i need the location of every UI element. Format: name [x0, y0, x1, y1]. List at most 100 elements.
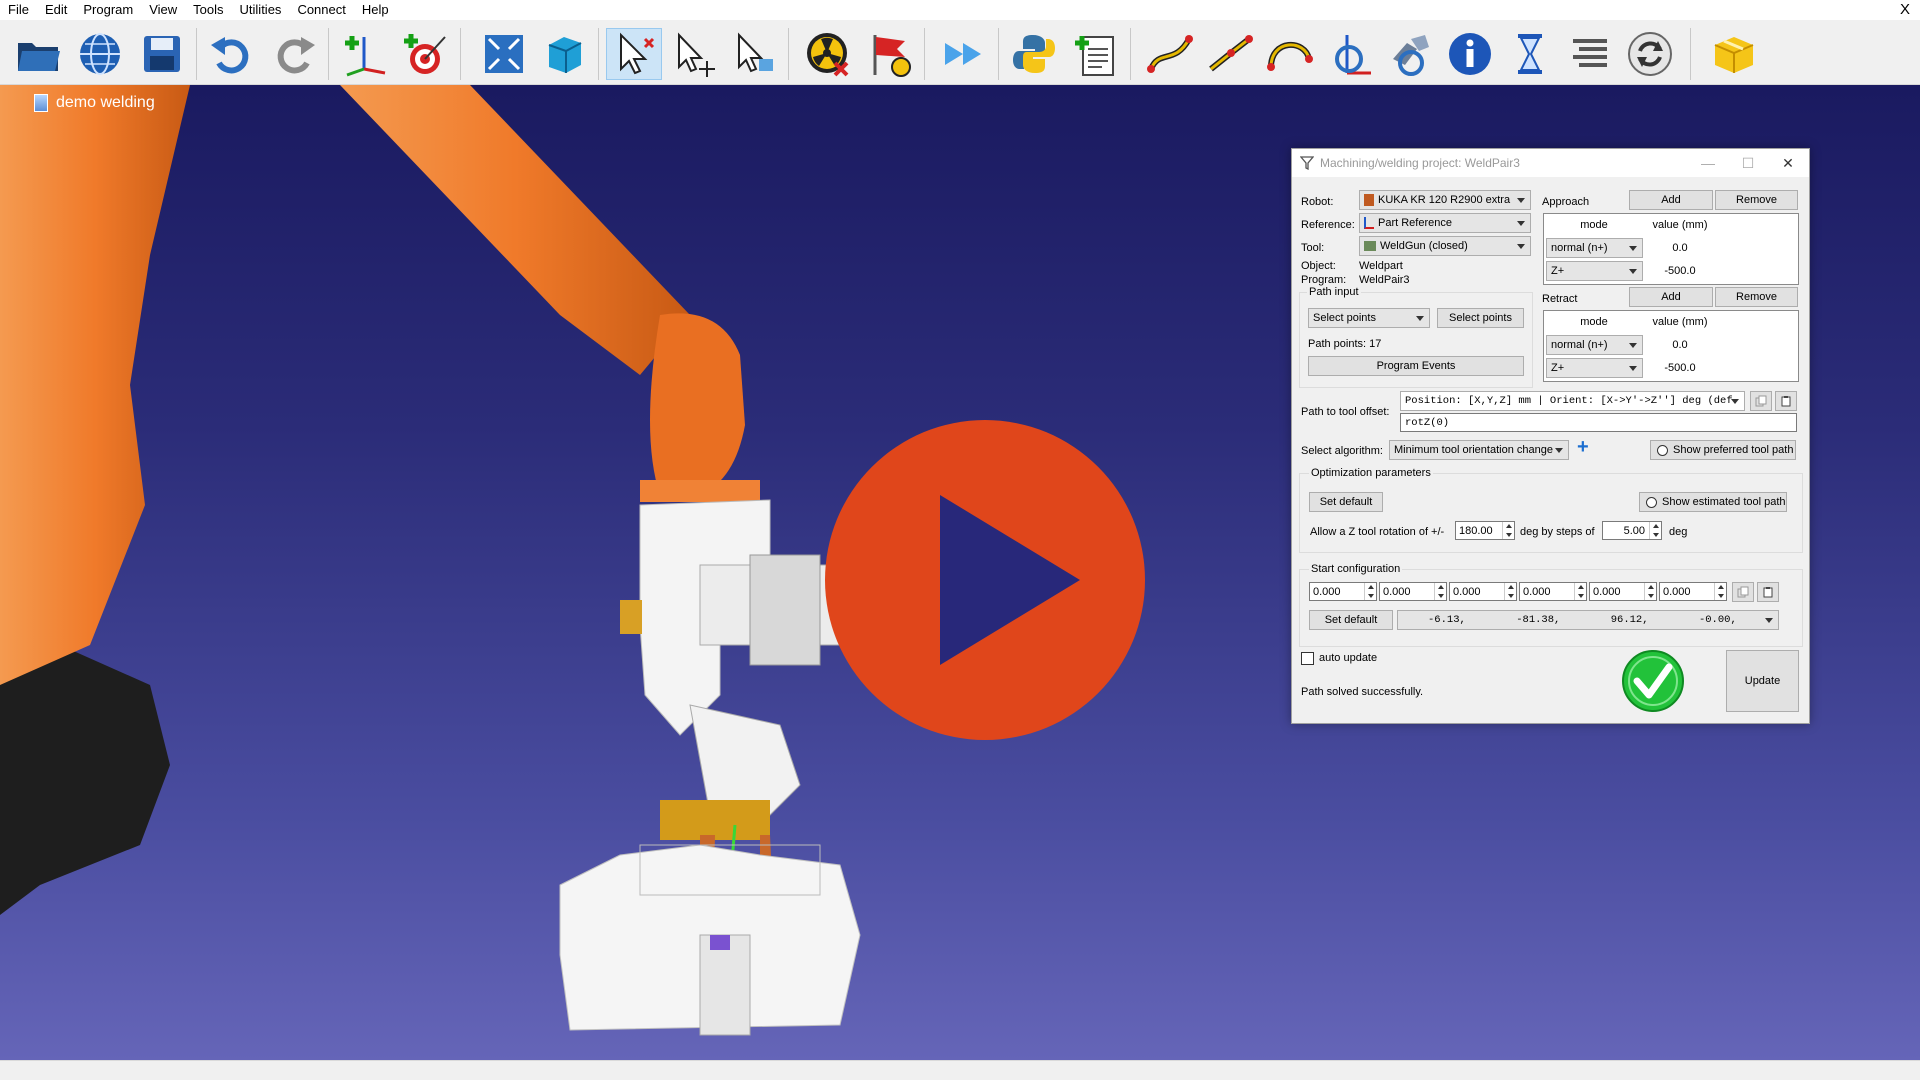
paste-icon[interactable] [1775, 391, 1797, 411]
auto-update-checkbox[interactable] [1301, 652, 1314, 665]
collision-icon[interactable] [800, 28, 856, 80]
robot-body [0, 85, 190, 685]
info-icon[interactable] [1442, 28, 1498, 80]
approach-row2-mode[interactable]: Z+ [1546, 261, 1643, 281]
add-reference-frame-icon[interactable] [336, 28, 392, 80]
robot-label: Robot: [1301, 196, 1334, 208]
retract-row2-mode[interactable]: Z+ [1546, 358, 1643, 378]
joint-5-spinbox[interactable]: 0.000 [1589, 582, 1657, 601]
path-input-combo[interactable]: Select points [1308, 308, 1430, 328]
approach-remove-button[interactable]: Remove [1715, 190, 1798, 210]
robot-base [0, 645, 170, 915]
tool-offset-format-combo[interactable]: Position: [X,Y,Z] mm | Orient: [X->Y'->Z… [1400, 391, 1745, 411]
weld-path-icon[interactable] [1262, 28, 1318, 80]
retract-row1-mode[interactable]: normal (n+) [1546, 335, 1643, 355]
minimize-icon[interactable]: — [1688, 149, 1728, 177]
approach-label: Approach [1542, 196, 1590, 208]
joint-4-spinbox[interactable]: 0.000 [1519, 582, 1587, 601]
approach-row1-value[interactable]: 0.0 [1644, 242, 1716, 254]
retract-table: mode value (mm) normal (n+) 0.0 Z+ -500.… [1543, 310, 1799, 382]
tool-offset-input[interactable]: rotZ(0) [1400, 413, 1797, 432]
select-points-button[interactable]: Select points [1437, 308, 1524, 328]
point-path-icon[interactable] [1202, 28, 1258, 80]
tool-combo[interactable]: WeldGun (closed) [1359, 236, 1531, 256]
web-globe-icon[interactable] [72, 28, 128, 80]
3d-view-icon[interactable] [536, 28, 592, 80]
menu-utilities[interactable]: Utilities [232, 0, 290, 20]
update-button[interactable]: Update [1726, 650, 1799, 712]
approach-row2-value[interactable]: -500.0 [1644, 265, 1716, 277]
copy-icon[interactable] [1750, 391, 1772, 411]
python-icon[interactable] [1006, 28, 1062, 80]
program-events-button[interactable]: Program Events [1308, 356, 1524, 376]
retract-col-mode: mode [1580, 316, 1608, 328]
app-close-button[interactable]: X [1900, 0, 1910, 20]
algorithm-combo[interactable]: Minimum tool orientation change [1389, 440, 1569, 460]
menu-connect[interactable]: Connect [289, 0, 353, 20]
open-folder-icon[interactable] [10, 28, 66, 80]
package-icon[interactable] [1706, 28, 1762, 80]
refresh-icon[interactable] [1622, 28, 1678, 80]
machining-project-dialog: Machining/welding project: WeldPair3 — ☐… [1291, 148, 1810, 724]
joint-2-spinbox[interactable]: 0.000 [1379, 582, 1447, 601]
algorithm-combo-value: Minimum tool orientation change [1394, 444, 1553, 456]
copy-config-icon[interactable] [1732, 582, 1754, 602]
weld-gun-transformer [749, 554, 821, 666]
approach-row1-mode[interactable]: normal (n+) [1546, 238, 1643, 258]
retract-row1-value[interactable]: 0.0 [1644, 339, 1716, 351]
reference-frame-icon [1364, 217, 1374, 229]
paste-config-icon[interactable] [1757, 582, 1779, 602]
reference-combo[interactable]: Part Reference [1359, 213, 1531, 233]
algorithm-label: Select algorithm: [1301, 445, 1383, 457]
save-icon[interactable] [134, 28, 190, 80]
menu-view[interactable]: View [141, 0, 185, 20]
flag-icon[interactable] [862, 28, 918, 80]
retract-add-button[interactable]: Add [1629, 287, 1713, 307]
z-rotation-spinbox[interactable]: 180.00 [1455, 521, 1515, 540]
steps-spinbox[interactable]: 5.00 [1602, 521, 1662, 540]
hourglass-icon[interactable] [1502, 28, 1558, 80]
path-input-label: Path input [1307, 286, 1361, 298]
show-preferred-path-radio[interactable]: Show preferred tool path [1650, 440, 1796, 460]
retract-remove-button[interactable]: Remove [1715, 287, 1798, 307]
show-preferred-label: Show preferred tool path [1673, 444, 1794, 456]
curve-path-icon[interactable] [1142, 28, 1198, 80]
menu-program[interactable]: Program [75, 0, 141, 20]
joint-3-spinbox[interactable]: 0.000 [1449, 582, 1517, 601]
retract-label: Retract [1542, 293, 1578, 305]
object-value: Weldpart [1359, 260, 1403, 272]
show-estimated-path-radio[interactable]: Show estimated tool path [1639, 492, 1787, 512]
maximize-icon[interactable]: ☐ [1728, 149, 1768, 177]
retract-row2-value[interactable]: -500.0 [1644, 362, 1716, 374]
move-tool-icon[interactable] [726, 28, 782, 80]
calibrate-reference-icon[interactable] [1322, 28, 1378, 80]
fast-forward-icon[interactable] [936, 28, 992, 80]
menu-help[interactable]: Help [354, 0, 397, 20]
list-settings-icon[interactable] [1562, 28, 1618, 80]
z-rotation-value: 180.00 [1459, 524, 1493, 537]
calibrate-tool-icon[interactable] [1382, 28, 1438, 80]
add-algorithm-icon[interactable]: + [1577, 436, 1589, 459]
show-preferred-radio-icon [1657, 444, 1668, 456]
move-reference-icon[interactable] [666, 28, 722, 80]
robot-combo[interactable]: KUKA KR 120 R2900 extra [1359, 190, 1531, 210]
menu-tools[interactable]: Tools [185, 0, 231, 20]
new-program-icon[interactable] [1068, 28, 1124, 80]
menu-edit[interactable]: Edit [37, 0, 75, 20]
station-tree-item[interactable]: demo welding [34, 94, 155, 112]
select-cursor-icon[interactable] [606, 28, 662, 80]
joint-6-spinbox[interactable]: 0.000 [1659, 582, 1727, 601]
set-default-config-button[interactable]: Set default [1309, 610, 1393, 630]
redo-icon[interactable] [266, 28, 322, 80]
approach-table: mode value (mm) normal (n+) 0.0 Z+ -500.… [1543, 213, 1799, 285]
close-icon[interactable]: ✕ [1768, 149, 1808, 177]
fit-all-icon[interactable] [476, 28, 532, 80]
approach-add-button[interactable]: Add [1629, 190, 1713, 210]
joint-1-spinbox[interactable]: 0.000 [1309, 582, 1377, 601]
undo-icon[interactable] [204, 28, 260, 80]
menu-file[interactable]: File [0, 0, 37, 20]
add-target-icon[interactable] [398, 28, 454, 80]
robot-upper-arm [340, 85, 690, 375]
set-default-opt-button[interactable]: Set default [1309, 492, 1383, 512]
preset-config-combo[interactable]: -6.13, -81.38, 96.12, -0.00, 75.25, [1397, 610, 1779, 630]
